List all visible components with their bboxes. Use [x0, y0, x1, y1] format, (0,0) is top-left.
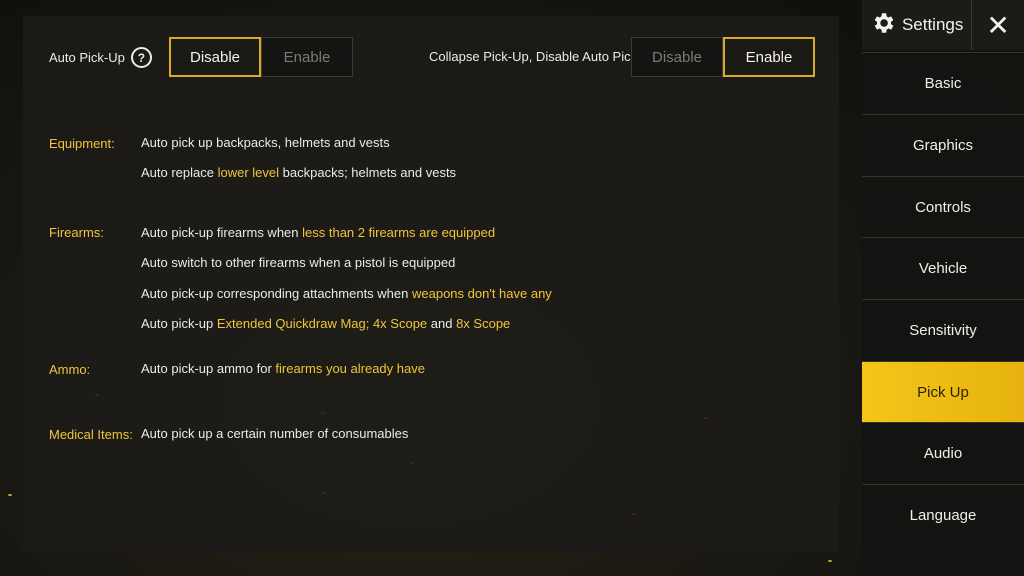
equipment-line-2-highlight: lower level [217, 165, 280, 180]
auto-pickup-label-group: Auto Pick-Up ? [49, 47, 152, 68]
help-icon[interactable]: ? [130, 47, 152, 68]
collapse-pickup-label: Collapse Pick-Up, Disable Auto Pick-Up [429, 49, 659, 64]
firearms-line-4: Auto pick-up Extended Quickdraw Mag; 4x … [141, 316, 510, 331]
firearms-line-1: Auto pick-up firearms when less than 2 f… [141, 225, 495, 240]
firearms-line-4-highlight-1: Extended Quickdraw Mag; 4x Scope [216, 316, 428, 331]
equipment-line-2-text-b: backpacks; helmets and vests [279, 165, 457, 180]
firearms-line-1-highlight: less than 2 firearms are equipped [302, 225, 496, 240]
sidebar-item-pick-up[interactable]: Pick Up [862, 361, 1024, 422]
collapse-pickup-disable-button[interactable]: Disable [631, 37, 723, 77]
background-spark [8, 494, 12, 496]
firearms-line-1-text: Auto pick-up firearms when [141, 225, 303, 240]
sidebar-item-sensitivity[interactable]: Sensitivity [862, 299, 1024, 360]
auto-pickup-label: Auto Pick-Up [49, 50, 125, 65]
settings-title-label: Settings [901, 15, 964, 34]
sidebar-item-basic[interactable]: Basic [862, 52, 1024, 113]
firearms-line-4-text-a: Auto pick-up [141, 316, 217, 331]
firearms-line-2: Auto switch to other firearms when a pis… [141, 255, 456, 270]
equipment-line-2: Auto replace lower level backpacks; helm… [141, 165, 456, 180]
firearms-label: Firearms: [49, 225, 104, 240]
equipment-line-2-text-a: Auto replace [141, 165, 218, 180]
settings-sidebar: Settings ✕ Basic Graphics Controls Vehic… [862, 0, 1024, 576]
auto-pickup-toggle: Disable Enable [169, 37, 353, 77]
sidebar-item-controls[interactable]: Controls [862, 176, 1024, 237]
sidebar-item-vehicle[interactable]: Vehicle [862, 237, 1024, 298]
sidebar-header: Settings ✕ [862, 0, 1024, 50]
firearms-line-3-highlight: weapons don't have any [412, 286, 552, 301]
firearms-line-4-highlight-2: 8x Scope [456, 316, 511, 331]
pickup-settings-panel: Auto Pick-Up ? Disable Enable Collapse P… [23, 16, 839, 552]
collapse-pickup-toggle: Disable Enable [631, 37, 815, 77]
equipment-line-1: Auto pick up backpacks, helmets and vest… [141, 135, 390, 150]
sidebar-item-language[interactable]: Language [862, 484, 1024, 545]
sidebar-item-graphics[interactable]: Graphics [862, 114, 1024, 175]
close-icon: ✕ [986, 9, 1010, 41]
equipment-label: Equipment: [49, 136, 115, 151]
ammo-line-1-highlight: firearms you already have [275, 361, 425, 376]
sidebar-item-audio[interactable]: Audio [862, 422, 1024, 483]
collapse-pickup-label-group: Collapse Pick-Up, Disable Auto Pick-Up [429, 49, 658, 64]
ammo-label: Ammo: [49, 362, 91, 377]
background-spark [828, 560, 832, 562]
ammo-line-1: Auto pick-up ammo for firearms you alrea… [141, 361, 425, 376]
medical-items-line-1: Auto pick up a certain number of consuma… [141, 426, 409, 441]
medical-items-label: Medical Items: [49, 427, 133, 442]
firearms-line-4-text-b: and [427, 316, 457, 331]
close-button[interactable]: ✕ [972, 0, 1024, 50]
gear-icon [870, 10, 896, 41]
firearms-line-3-text: Auto pick-up corresponding attachments w… [141, 286, 412, 301]
collapse-pickup-enable-button[interactable]: Enable [723, 37, 815, 77]
auto-pickup-enable-button[interactable]: Enable [261, 37, 353, 77]
firearms-line-3: Auto pick-up corresponding attachments w… [141, 286, 552, 301]
settings-title: Settings [862, 0, 973, 50]
ammo-line-1-text: Auto pick-up ammo for [141, 361, 276, 376]
auto-pickup-disable-button[interactable]: Disable [169, 37, 261, 77]
